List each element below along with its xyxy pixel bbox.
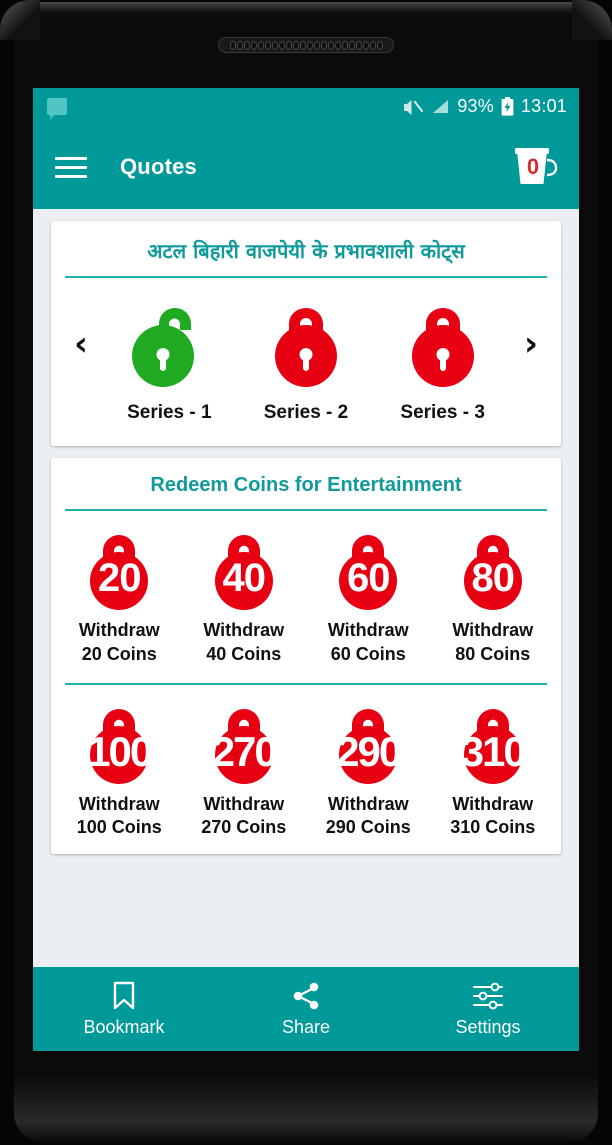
- app-bar: Quotes 0: [33, 125, 579, 209]
- page-title: Quotes: [120, 154, 197, 179]
- phone-screen: 93% 13:01 Quotes 0 अटल बिहारी वाजपेयी के…: [33, 88, 579, 1051]
- withdraw-item-310[interactable]: 310 Withdraw 310 Coins: [431, 695, 556, 849]
- withdraw-amount: 100: [87, 727, 153, 775]
- lock-badge: 270: [198, 695, 290, 787]
- withdraw-label: Withdraw 40 Coins: [203, 619, 284, 667]
- withdraw-label: Withdraw 100 Coins: [77, 793, 162, 841]
- device-corner-left: [0, 0, 40, 40]
- chat-bubble-icon: [47, 98, 67, 120]
- withdraw-amount: 290: [336, 727, 402, 775]
- withdraw-item-270[interactable]: 270 Withdraw 270 Coins: [182, 695, 307, 849]
- main-content: अटल बिहारी वाजपेयी के प्रभावशाली कोट्स ‹: [33, 209, 579, 1051]
- withdraw-label: Withdraw 20 Coins: [79, 619, 160, 667]
- withdraw-item-290[interactable]: 290 Withdraw 290 Coins: [306, 695, 431, 849]
- bottom-navigation-bar: Bookmark Share Settings: [33, 967, 579, 1051]
- lock-badge: 100: [73, 695, 165, 787]
- withdraw-label-line1: Withdraw: [78, 620, 160, 640]
- withdraw-label-line2: 100 Coins: [76, 817, 162, 838]
- withdraw-label-line2: 20 Coins: [81, 643, 157, 664]
- redeem-card-title: Redeem Coins for Entertainment: [150, 474, 462, 496]
- withdraw-amount: 270: [211, 727, 278, 775]
- withdraw-label-line1: Withdraw: [327, 793, 409, 814]
- series-items-list: Series - 1 Series - 2 Series - 3: [101, 294, 511, 424]
- coin-balance-button[interactable]: 0: [509, 143, 563, 191]
- withdraw-label-line1: Withdraw: [203, 620, 285, 640]
- withdraw-label-line1: Withdraw: [78, 793, 160, 814]
- withdraw-label-line1: Withdraw: [452, 620, 534, 640]
- status-bar-clock: 13:01: [520, 96, 567, 116]
- device-bottom-chin: [14, 1073, 598, 1143]
- nav-item-share[interactable]: Share: [215, 981, 397, 1038]
- battery-charging-icon: [501, 97, 514, 116]
- share-icon: [291, 981, 321, 1011]
- withdraw-amount: 310: [460, 727, 527, 775]
- withdraw-label-line1: Withdraw: [203, 793, 285, 814]
- withdraw-item-60[interactable]: 60 Withdraw 60 Coins: [306, 521, 431, 675]
- coin-count-label: 0: [526, 154, 540, 179]
- lock-badge: 40: [198, 521, 290, 613]
- withdraw-label: Withdraw 80 Coins: [452, 619, 533, 667]
- series-carousel: ‹ Series - 1 Series - 2 Series - 3 ›: [51, 278, 561, 446]
- status-bar-right: 93% 13:01: [402, 96, 567, 117]
- withdraw-label-line2: 60 Coins: [330, 643, 406, 664]
- bookmark-icon: [111, 981, 137, 1011]
- series-label: Series - 1: [127, 402, 212, 423]
- withdraw-amount: 20: [98, 555, 142, 600]
- battery-percent-label: 93%: [457, 96, 494, 116]
- device-top-edge: [24, 2, 588, 16]
- withdraw-label: Withdraw 290 Coins: [326, 793, 411, 841]
- lock-closed-icon: [262, 294, 350, 390]
- withdraw-label: Withdraw 60 Coins: [328, 619, 409, 667]
- series-label: Series - 2: [263, 402, 349, 423]
- carousel-next-button[interactable]: ›: [511, 324, 551, 394]
- lock-closed-icon: [399, 294, 487, 390]
- withdraw-label-line2: 80 Coins: [455, 643, 531, 664]
- nav-item-bookmark[interactable]: Bookmark: [33, 981, 215, 1038]
- withdraw-item-20[interactable]: 20 Withdraw 20 Coins: [57, 521, 182, 675]
- device-corner-right: [572, 0, 612, 40]
- status-bar: 93% 13:01: [33, 88, 579, 125]
- lock-badge: 290: [322, 695, 414, 787]
- phone-device-frame: 93% 13:01 Quotes 0 अटल बिहारी वाजपेयी के…: [0, 0, 612, 1145]
- signal-bars-icon: [431, 98, 450, 115]
- quotes-series-card: अटल बिहारी वाजपेयी के प्रभावशाली कोट्स ‹: [51, 221, 561, 446]
- withdraw-label: Withdraw 310 Coins: [450, 793, 535, 841]
- withdraw-label: Withdraw 270 Coins: [201, 793, 286, 841]
- nav-label-settings: Settings: [455, 1016, 521, 1037]
- lock-badge: 20: [73, 521, 165, 613]
- withdraw-row-2: 100 Withdraw 100 Coins 270 Withdraw 270 …: [51, 685, 561, 855]
- redeem-coins-card: Redeem Coins for Entertainment 20 Withdr…: [51, 458, 561, 854]
- nav-label-bookmark: Bookmark: [83, 1016, 165, 1037]
- quotes-card-title: अटल बिहारी वाजपेयी के प्रभावशाली कोट्स: [147, 239, 465, 263]
- status-bar-left: [47, 98, 67, 120]
- withdraw-amount: 60: [347, 555, 391, 600]
- sliders-settings-icon: [472, 981, 504, 1011]
- withdraw-item-40[interactable]: 40 Withdraw 40 Coins: [182, 521, 307, 675]
- earpiece-speaker-grille: [218, 37, 394, 53]
- lock-open-icon: [125, 294, 213, 390]
- withdraw-item-80[interactable]: 80 Withdraw 80 Coins: [431, 521, 556, 675]
- withdraw-label-line1: Withdraw: [452, 793, 534, 814]
- withdraw-label-line2: 290 Coins: [325, 817, 411, 838]
- lock-badge: 80: [447, 521, 539, 613]
- withdraw-row-1: 20 Withdraw 20 Coins 40 Withdraw 40 Coin…: [51, 511, 561, 681]
- lock-badge: 60: [322, 521, 414, 613]
- withdraw-label-line2: 270 Coins: [201, 817, 287, 838]
- withdraw-item-100[interactable]: 100 Withdraw 100 Coins: [57, 695, 182, 849]
- lock-badge: 310: [447, 695, 539, 787]
- volume-mute-icon: [402, 97, 424, 116]
- nav-label-share: Share: [281, 1016, 331, 1037]
- carousel-prev-button[interactable]: ‹: [61, 324, 101, 394]
- withdraw-label-line2: 310 Coins: [450, 817, 536, 838]
- withdraw-label-line2: 40 Coins: [206, 643, 282, 664]
- series-item-1[interactable]: Series - 1: [125, 294, 213, 424]
- series-item-3[interactable]: Series - 3: [399, 294, 487, 424]
- withdraw-amount: 40: [222, 555, 267, 600]
- withdraw-label-line1: Withdraw: [327, 620, 409, 640]
- withdraw-amount: 80: [471, 555, 516, 600]
- hamburger-menu-icon[interactable]: [55, 156, 87, 178]
- series-label: Series - 3: [400, 402, 485, 423]
- series-item-2[interactable]: Series - 2: [262, 294, 350, 424]
- nav-item-settings[interactable]: Settings: [397, 981, 579, 1038]
